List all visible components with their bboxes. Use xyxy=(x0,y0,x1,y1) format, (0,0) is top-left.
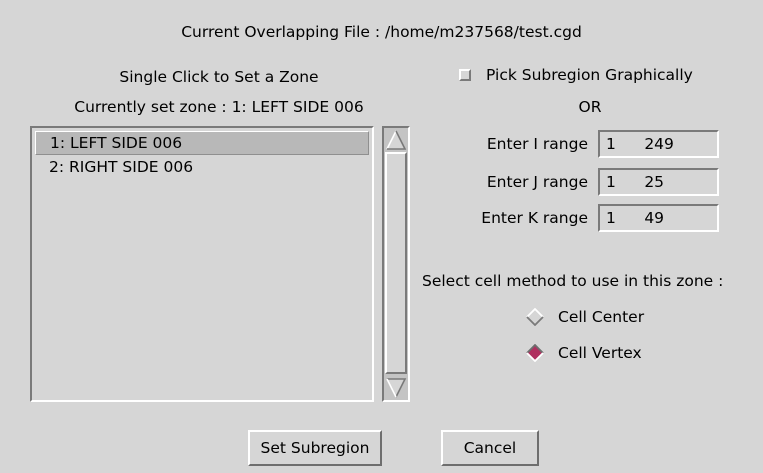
pick-subregion-checkbox[interactable] xyxy=(459,69,471,81)
j-range-input[interactable] xyxy=(598,168,719,196)
j-range-label: Enter J range xyxy=(486,173,588,191)
cell-vertex-radio-icon[interactable] xyxy=(526,344,544,362)
cancel-button[interactable]: Cancel xyxy=(441,430,539,466)
or-label: OR xyxy=(578,98,602,116)
current-zone-label: Currently set zone : 1: LEFT SIDE 006 xyxy=(74,98,364,116)
dialog-title: Current Overlapping File : /home/m237568… xyxy=(181,23,582,41)
set-subregion-button[interactable]: Set Subregion xyxy=(248,430,382,466)
cell-center-radio-icon[interactable] xyxy=(526,308,544,326)
cell-center-label[interactable]: Cell Center xyxy=(558,308,644,326)
cell-vertex-label[interactable]: Cell Vertex xyxy=(558,344,642,362)
cell-method-label: Select cell method to use in this zone : xyxy=(422,272,724,290)
zone-list-scrollbar[interactable] xyxy=(382,126,410,402)
arrow-down-icon[interactable] xyxy=(385,377,407,399)
zone-list[interactable]: 1: LEFT SIDE 006 2: RIGHT SIDE 006 xyxy=(30,126,374,402)
i-range-input[interactable] xyxy=(598,130,719,158)
pick-subregion-label: Pick Subregion Graphically xyxy=(486,66,693,84)
list-item[interactable]: 2: RIGHT SIDE 006 xyxy=(35,155,369,179)
list-item[interactable]: 1: LEFT SIDE 006 xyxy=(35,131,369,155)
zone-instruction-label: Single Click to Set a Zone xyxy=(119,68,319,86)
k-range-input[interactable] xyxy=(598,204,719,232)
k-range-label: Enter K range xyxy=(481,209,588,227)
i-range-label: Enter I range xyxy=(486,135,588,153)
